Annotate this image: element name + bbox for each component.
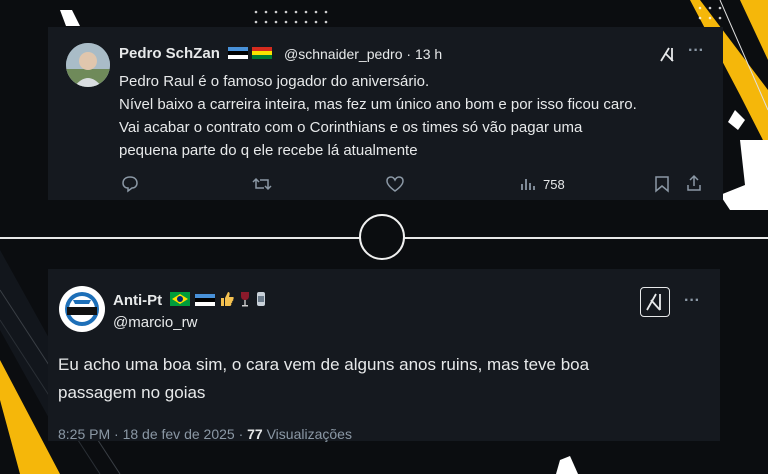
- share-icon[interactable]: [685, 174, 703, 197]
- bookmark-icon[interactable]: [654, 175, 670, 198]
- avatar-image: [66, 43, 110, 87]
- tweet-card-original[interactable]: Pedro SchZan @schnaider_pedro · 13 h ···…: [48, 27, 723, 200]
- estonia-flag-icon: [194, 293, 215, 310]
- more-options-icon[interactable]: ···: [684, 292, 700, 310]
- tweet-line: passagem no goias: [58, 383, 206, 402]
- gremio-logo: [60, 287, 104, 331]
- handle[interactable]: @marcio_rw: [113, 314, 197, 331]
- timestamp[interactable]: 8:25 PM · 18 de fev de 2025 ·: [58, 426, 247, 442]
- like-icon[interactable]: [386, 175, 404, 198]
- views-label: Visualizações: [262, 426, 352, 442]
- views-count: 758: [543, 177, 565, 192]
- tweet-body: Eu acho uma boa sim, o cara vem de algun…: [58, 351, 589, 407]
- avatar[interactable]: [66, 43, 110, 87]
- tweet-meta: 8:25 PM · 18 de fev de 2025 · 77 Visuali…: [58, 426, 352, 442]
- reply-icon[interactable]: [121, 175, 139, 198]
- views-count: 77: [247, 426, 263, 442]
- tweet-line: Pedro Raul é o famoso jogador do anivers…: [119, 73, 430, 90]
- divider-circle: [359, 214, 405, 260]
- author-name[interactable]: Pedro SchZan: [119, 45, 220, 62]
- tweet-line: pequena parte do q ele recebe lá atualme…: [119, 142, 418, 159]
- tweet-card-reply[interactable]: Anti-Pt @marcio_rw ··· Eu acho uma boa s…: [48, 269, 720, 442]
- wine-glass-icon: [239, 291, 251, 311]
- can-icon: [255, 291, 267, 311]
- estonia-flag-icon: [228, 46, 249, 63]
- tweet-line: Nível baixo a carreira inteira, mas fez …: [119, 96, 637, 113]
- grok-icon[interactable]: [640, 287, 670, 317]
- thumbs-up-icon: [219, 291, 235, 311]
- handle-time[interactable]: @schnaider_pedro · 13 h: [284, 46, 442, 62]
- views-icon[interactable]: [520, 176, 536, 197]
- author-name[interactable]: Anti-Pt: [113, 292, 162, 309]
- avatar[interactable]: [59, 286, 105, 332]
- brazil-flag-icon: [170, 292, 191, 310]
- retweet-icon[interactable]: [252, 175, 272, 198]
- tweet-body: Pedro Raul é o famoso jogador do anivers…: [119, 70, 637, 162]
- bolivia-flag-icon: [252, 46, 273, 63]
- grok-icon[interactable]: [658, 45, 676, 68]
- tweet-line: Vai acabar o contrato com o Corinthians …: [119, 119, 583, 136]
- more-options-icon[interactable]: ···: [688, 42, 704, 60]
- tweet-line: Eu acho uma boa sim, o cara vem de algun…: [58, 355, 590, 374]
